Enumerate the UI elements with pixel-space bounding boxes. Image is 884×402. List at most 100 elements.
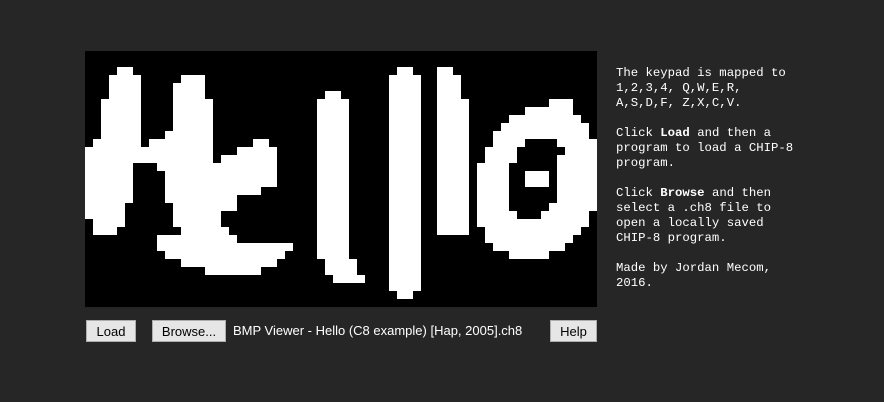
display-pixel-run	[325, 91, 341, 99]
display-pixel-run	[437, 83, 461, 91]
load-info-bold: Load	[660, 126, 690, 140]
display-pixel-run	[173, 211, 221, 219]
display-pixel-run	[389, 243, 421, 251]
display-pixel-run	[389, 147, 421, 155]
display-pixel-run	[165, 187, 261, 195]
display-pixel-run	[397, 67, 413, 75]
display-pixel-run	[509, 251, 549, 259]
display-pixel-run	[437, 219, 469, 227]
display-pixel-run	[485, 147, 517, 155]
display-pixel-run	[437, 67, 453, 75]
display-pixel-run	[85, 187, 133, 195]
load-info-text: Click	[616, 126, 661, 140]
display-pixel-run	[181, 259, 277, 267]
display-pixel-run	[389, 131, 421, 139]
display-pixel-run	[389, 107, 421, 115]
display-canvas	[85, 51, 597, 307]
display-pixel-run	[181, 235, 237, 243]
display-pixel-run	[317, 187, 349, 195]
display-pixel-run	[389, 235, 421, 243]
display-pixel-run	[437, 139, 469, 147]
display-pixel-run	[253, 139, 269, 147]
display-pixel-run	[101, 99, 141, 107]
display-pixel-run	[525, 179, 549, 187]
display-pixel-run	[437, 195, 469, 203]
display-pixel-run	[557, 187, 597, 195]
display-pixel-run	[389, 203, 421, 211]
display-pixel-run	[317, 171, 349, 179]
display-pixel-run	[237, 171, 277, 179]
keypad-line: 1,2,3,4, Q,W,E,R,	[616, 81, 742, 95]
display-pixel-run	[389, 163, 421, 171]
display-pixel-run	[437, 107, 469, 115]
display-pixel-run	[117, 67, 133, 75]
display-pixel-run	[557, 195, 597, 203]
display-pixel-run	[389, 259, 421, 267]
load-info-text: and then a	[689, 126, 771, 140]
display-pixel-run	[109, 83, 141, 91]
display-pixel-run	[557, 139, 597, 147]
display-pixel-run	[477, 211, 517, 219]
keypad-line: The keypad is mapped to	[616, 66, 786, 80]
display-pixel-run	[173, 203, 237, 211]
credit-text: 2016.	[616, 276, 653, 290]
help-button[interactable]: Help	[550, 320, 597, 342]
display-pixel-run	[389, 251, 421, 259]
display-pixel-run	[101, 123, 141, 131]
browse-button[interactable]: Browse...	[152, 320, 226, 342]
display-pixel-run	[549, 99, 573, 107]
instructions-panel: The keypad is mapped to 1,2,3,4, Q,W,E,R…	[616, 66, 878, 306]
load-button[interactable]: Load	[86, 320, 136, 342]
display-pixel-run	[437, 91, 461, 99]
display-pixel-run	[317, 163, 349, 171]
display-pixel-run	[437, 227, 469, 235]
display-pixel-run	[389, 123, 421, 131]
display-pixel-run	[317, 131, 349, 139]
display-pixel-run	[205, 179, 229, 187]
display-pixel-run	[477, 195, 509, 203]
display-pixel-run	[165, 179, 205, 187]
display-pixel-run	[93, 139, 141, 147]
load-info: Click Load and then a program to load a …	[616, 126, 878, 171]
credit-text: Made by Jordan Mecom,	[616, 261, 771, 275]
display-pixel-run	[317, 211, 349, 219]
display-pixel-run	[85, 195, 133, 203]
display-pixel-run	[509, 115, 581, 123]
display-pixel-run	[437, 123, 469, 131]
display-pixel-run	[85, 203, 125, 211]
display-pixel-run	[549, 203, 597, 211]
display-pixel-run	[557, 171, 597, 179]
display-pixel-run	[317, 203, 349, 211]
display-pixel-run	[317, 243, 349, 251]
display-pixel-run	[173, 107, 213, 115]
display-pixel-run	[85, 211, 125, 219]
display-pixel-run	[397, 291, 413, 299]
display-pixel-run	[237, 147, 277, 155]
display-pixel-run	[477, 219, 589, 227]
display-pixel-run	[389, 83, 421, 91]
display-pixel-run	[477, 203, 509, 211]
display-pixel-run	[157, 243, 293, 251]
display-pixel-run	[477, 179, 509, 187]
keypad-line: A,S,D,F, Z,X,C,V.	[616, 96, 742, 110]
display-pixel-run	[493, 139, 525, 147]
display-pixel-run	[317, 219, 349, 227]
display-pixel-run	[437, 99, 469, 107]
display-pixel-run	[557, 163, 597, 171]
chip8-display	[85, 51, 597, 307]
display-pixel-run	[245, 163, 277, 171]
display-pixel-run	[389, 283, 421, 291]
display-pixel-run	[437, 115, 469, 123]
display-pixel-run	[525, 171, 549, 179]
display-pixel-run	[165, 195, 237, 203]
display-pixel-run	[85, 179, 133, 187]
display-pixel-run	[109, 75, 141, 83]
display-pixel-run	[221, 155, 277, 163]
display-pixel-run	[389, 195, 421, 203]
display-pixel-run	[85, 155, 213, 163]
display-pixel-run	[389, 155, 421, 163]
display-pixel-run	[325, 259, 357, 267]
browse-info-text: Click	[616, 186, 661, 200]
display-pixel-run	[317, 235, 349, 243]
display-pixel-run	[437, 155, 469, 163]
